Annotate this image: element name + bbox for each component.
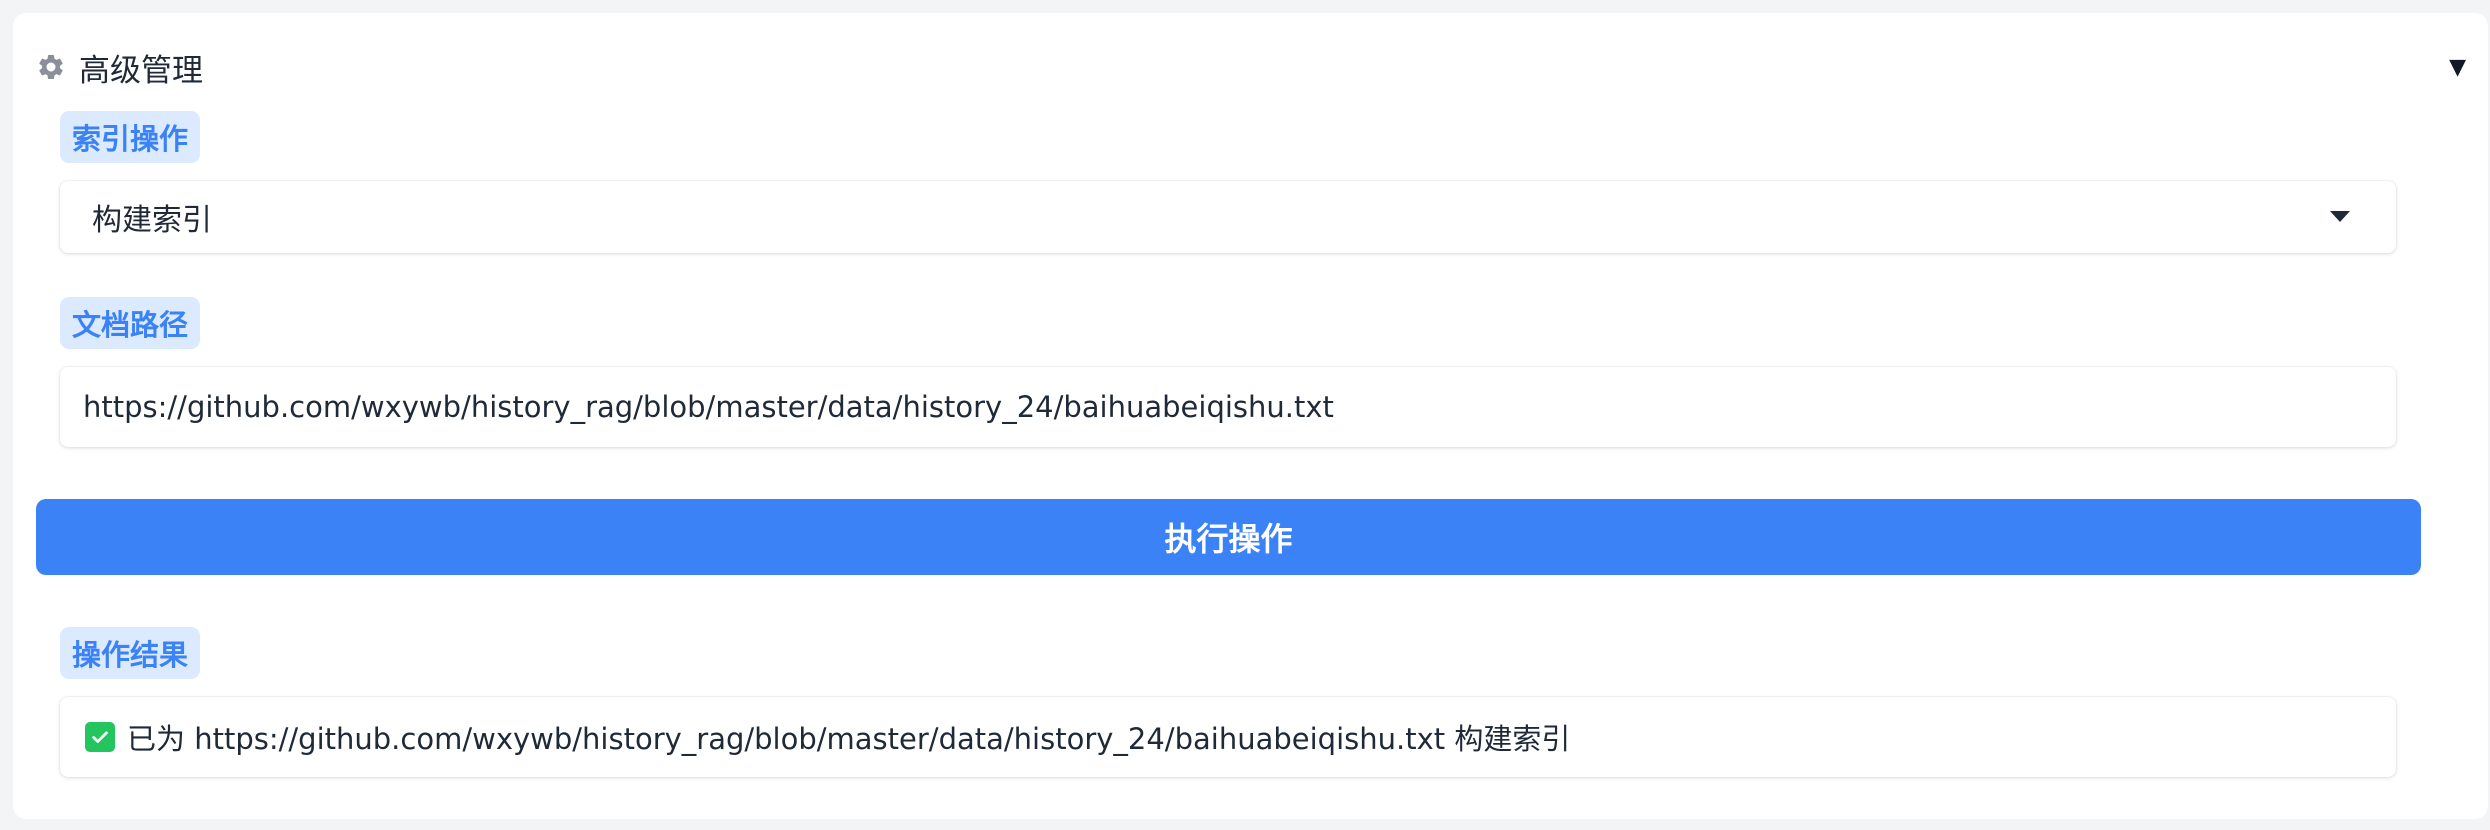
doc-path-field[interactable] bbox=[60, 367, 2396, 447]
gear-icon bbox=[35, 51, 67, 83]
doc-path-label: 文档路径 bbox=[60, 297, 201, 349]
check-icon bbox=[85, 722, 115, 752]
collapse-caret-icon[interactable]: ▼ bbox=[2449, 55, 2466, 80]
doc-path-input[interactable] bbox=[81, 389, 2396, 425]
advanced-management-panel: 高级管理 ▼ 索引操作 构建索引 文档路径 执行操作 操作结果 已为 https… bbox=[13, 13, 2488, 819]
index-operation-label: 索引操作 bbox=[60, 111, 201, 163]
execute-button[interactable]: 执行操作 bbox=[36, 499, 2421, 575]
index-operation-selected-value: 构建索引 bbox=[92, 203, 212, 238]
result-text: 已为 https://github.com/wxywb/history_rag/… bbox=[127, 722, 1571, 756]
chevron-down-icon bbox=[2330, 211, 2350, 222]
result-label: 操作结果 bbox=[60, 627, 201, 679]
result-output: 已为 https://github.com/wxywb/history_rag/… bbox=[60, 697, 2396, 777]
index-operation-select[interactable]: 构建索引 bbox=[60, 181, 2396, 253]
accordion-title: 高级管理 bbox=[79, 52, 203, 89]
accordion-header[interactable]: 高级管理 ▼ bbox=[35, 37, 2466, 97]
